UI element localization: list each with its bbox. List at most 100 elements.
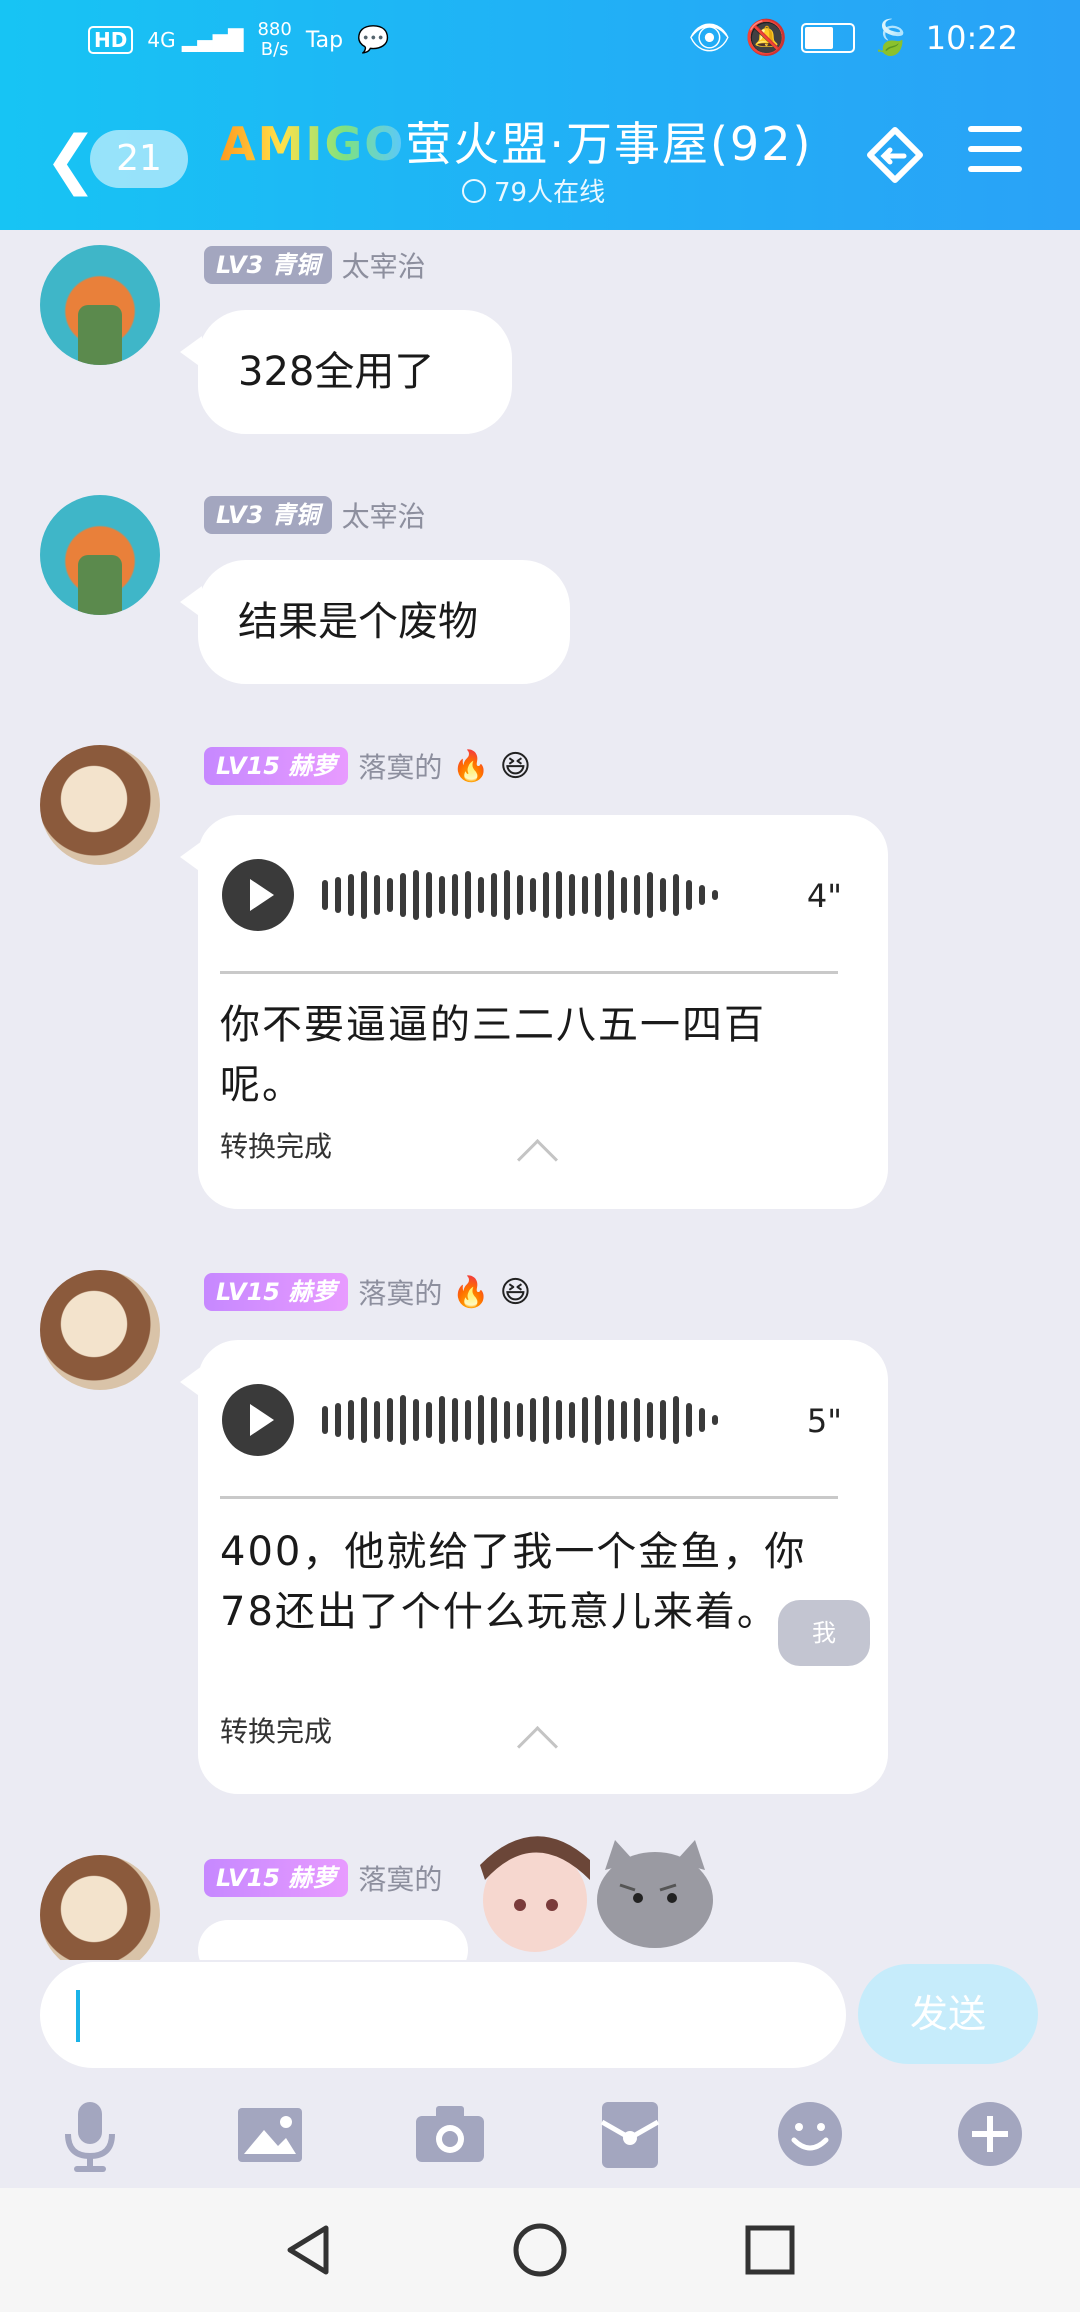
wave-bar <box>322 880 328 910</box>
message-bubble[interactable] <box>198 1920 468 1960</box>
wave-bar <box>582 1397 588 1443</box>
wave-bar <box>608 1399 614 1441</box>
avatar[interactable] <box>40 495 160 615</box>
voice-transcript: 你不要逼逼的三二八五一四百呢。 <box>220 1002 766 1108</box>
nav-recents-icon[interactable] <box>740 2220 800 2280</box>
wave-bar <box>374 1401 380 1439</box>
sender-meta: LV15 赫萝 落寞的 🔥 😆 <box>204 746 531 786</box>
wave-bar <box>400 1395 406 1445</box>
leaf-icon: 🍃 <box>869 18 912 58</box>
sender-meta: LV15 赫萝 落寞的 <box>204 1858 442 1898</box>
red-packet-icon[interactable] <box>590 2094 670 2174</box>
voice-duration: 5" <box>806 1402 842 1440</box>
sender-meta: LV3 青铜 太宰治 <box>204 245 426 285</box>
waveform <box>322 869 718 921</box>
wave-bar <box>322 1406 328 1434</box>
message-list[interactable]: LV3 青铜 太宰治 328全用了 LV3 青铜 太宰治 结果是个废物 LV15… <box>0 230 1080 1960</box>
camera-icon[interactable] <box>410 2094 490 2174</box>
hd-indicator: HD <box>88 26 134 54</box>
sender-name[interactable]: 太宰治 <box>342 245 426 285</box>
online-count[interactable]: 79人在线 <box>462 172 605 209</box>
mic-icon[interactable] <box>50 2094 130 2174</box>
avatar[interactable] <box>40 1270 160 1390</box>
wave-bar <box>686 880 692 910</box>
wave-bar <box>556 871 562 919</box>
wave-bar <box>374 875 380 915</box>
wave-bar <box>413 1399 419 1441</box>
voice-message-bubble[interactable]: 4" 你不要逼逼的三二八五一四百呢。 转换完成 <box>180 815 888 1209</box>
wave-bar <box>491 873 497 917</box>
wechat-icon: 💬 <box>357 25 390 55</box>
emoji-icon[interactable] <box>770 2094 850 2174</box>
plus-icon[interactable] <box>950 2094 1030 2174</box>
nav-home-icon[interactable] <box>510 2220 570 2280</box>
voice-player: 4" <box>222 855 842 935</box>
play-icon[interactable] <box>222 859 294 931</box>
message-text: 结果是个废物 <box>238 599 478 645</box>
online-icon <box>462 178 486 203</box>
flower-face-icon: 😆 <box>499 748 531 784</box>
avatar[interactable] <box>40 245 160 365</box>
wave-bar <box>426 1402 432 1438</box>
transcript-status: 转换完成 <box>220 1130 333 1163</box>
waveform <box>322 1394 718 1446</box>
message-bubble[interactable]: 328全用了 <box>180 310 512 434</box>
eye-icon: 👁 <box>687 18 732 58</box>
wave-bar <box>556 1400 562 1440</box>
sender-name[interactable]: 太宰治 <box>342 495 426 535</box>
wave-bar <box>530 1398 536 1442</box>
wave-bar <box>491 1397 497 1443</box>
wave-bar <box>426 872 432 918</box>
play-icon[interactable] <box>222 1384 294 1456</box>
sender-meta: LV15 赫萝 落寞的 🔥 😆 <box>204 1272 531 1312</box>
nav-back-icon[interactable] <box>278 2220 338 2280</box>
wave-bar <box>712 1415 718 1425</box>
level-badge: LV15 赫萝 <box>204 1273 349 1311</box>
voice-message-bubble[interactable]: 5" 400，他就给了我一个金鱼，你78还出了个什么玩意儿来着。 转换完成 <box>180 1340 888 1794</box>
wave-bar <box>387 878 393 912</box>
sender-name[interactable]: 落寞的 <box>358 1272 442 1312</box>
signal-icon: 4G ▂▄▆█ <box>147 28 244 52</box>
send-button[interactable]: 发送 <box>858 1964 1038 2064</box>
sender-name[interactable]: 落寞的 <box>358 746 442 786</box>
avatar[interactable] <box>40 1855 160 1960</box>
ticket-icon[interactable] <box>860 120 930 190</box>
voice-duration: 4" <box>806 877 842 915</box>
wave-bar <box>348 1400 354 1440</box>
fire-icon: 🔥 <box>452 748 490 784</box>
wave-bar <box>647 872 653 918</box>
wave-bar <box>699 885 705 905</box>
wave-bar <box>517 1403 523 1437</box>
me-badge[interactable]: 我 <box>778 1600 870 1666</box>
wave-bar <box>387 1398 393 1442</box>
level-badge: LV15 赫萝 <box>204 1859 349 1897</box>
wave-bar <box>634 1398 640 1442</box>
message-input[interactable] <box>40 1962 846 2068</box>
wave-bar <box>712 890 718 900</box>
wave-bar <box>686 1403 692 1437</box>
wave-bar <box>595 873 601 917</box>
wave-bar <box>452 1398 458 1442</box>
message-bubble[interactable]: 结果是个废物 <box>180 560 570 684</box>
sender-name[interactable]: 落寞的 <box>358 1858 442 1898</box>
wave-bar <box>543 1396 549 1444</box>
message-text: 328全用了 <box>238 349 435 395</box>
sender-meta: LV3 青铜 太宰治 <box>204 495 426 535</box>
menu-icon[interactable] <box>968 126 1022 180</box>
nav-bar: ❮ 21 AMIGO萤火盟·万事屋(92) 79人在线 <box>0 90 1080 230</box>
anime-sticker-image <box>480 1836 713 1952</box>
unread-count-badge[interactable]: 21 <box>90 130 188 188</box>
collapse-transcript-icon[interactable] <box>516 1725 559 1768</box>
transcript-status: 转换完成 <box>220 1715 333 1748</box>
collapse-transcript-icon[interactable] <box>516 1138 559 1181</box>
image-icon[interactable] <box>230 2094 310 2174</box>
avatar[interactable] <box>40 745 160 865</box>
wave-bar <box>439 1396 445 1444</box>
fire-icon: 🔥 <box>452 1274 490 1310</box>
wave-bar <box>530 878 536 912</box>
wave-bar <box>569 874 575 916</box>
wave-bar <box>673 1396 679 1444</box>
wave-bar <box>361 871 367 919</box>
voice-player: 5" <box>222 1380 842 1460</box>
app-header: HD 4G ▂▄▆█ 880 B/s Tap 💬 👁 🔕 🍃 10:22 ❮ 21… <box>0 0 1080 230</box>
